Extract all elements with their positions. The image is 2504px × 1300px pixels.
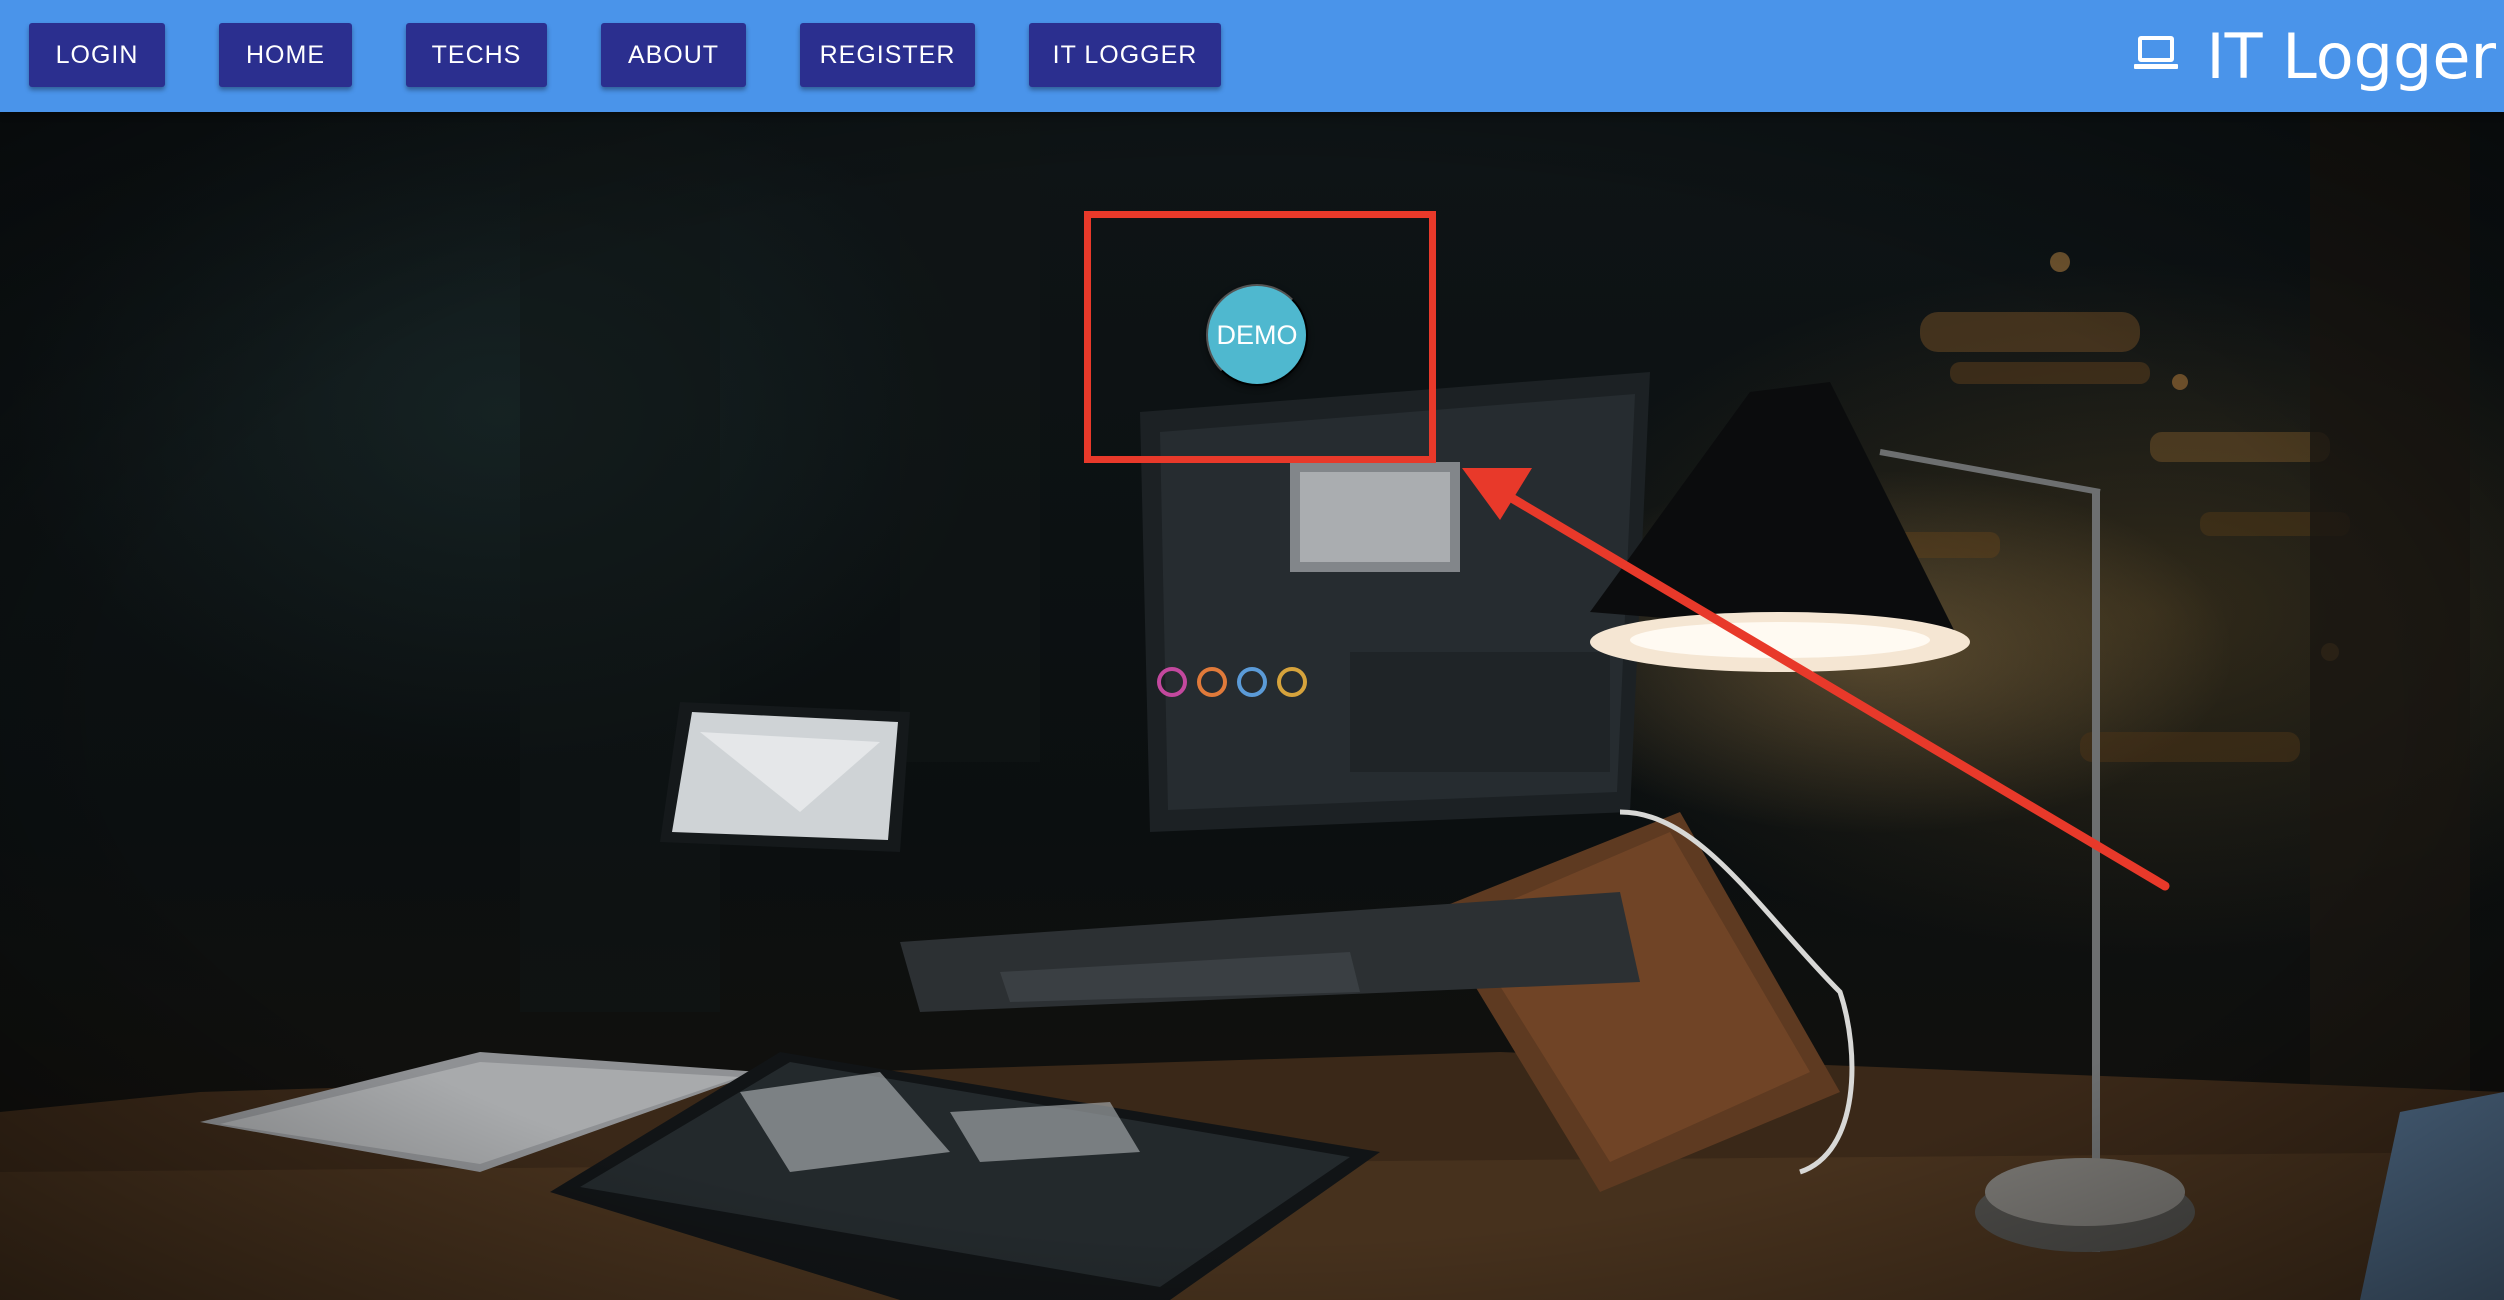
top-navbar: LOGIN HOME TECHS ABOUT REGISTER IT LOGGE… (0, 0, 2504, 112)
brand-logo[interactable]: IT Logger (2134, 0, 2496, 112)
brand-title: IT Logger (2206, 19, 2496, 93)
nav-about-button[interactable]: ABOUT (601, 23, 746, 87)
nav-it-logger-button[interactable]: IT LOGGER (1029, 23, 1221, 87)
laptop-icon (2134, 36, 2179, 69)
nav-login-button[interactable]: LOGIN (29, 23, 165, 87)
nav-home-button[interactable]: HOME (219, 23, 352, 87)
nav-techs-button[interactable]: TECHS (406, 23, 547, 87)
page: LOGIN HOME TECHS ABOUT REGISTER IT LOGGE… (0, 0, 2504, 1300)
nav-register-button[interactable]: REGISTER (800, 23, 975, 87)
annotation-arrow (1462, 468, 2170, 891)
